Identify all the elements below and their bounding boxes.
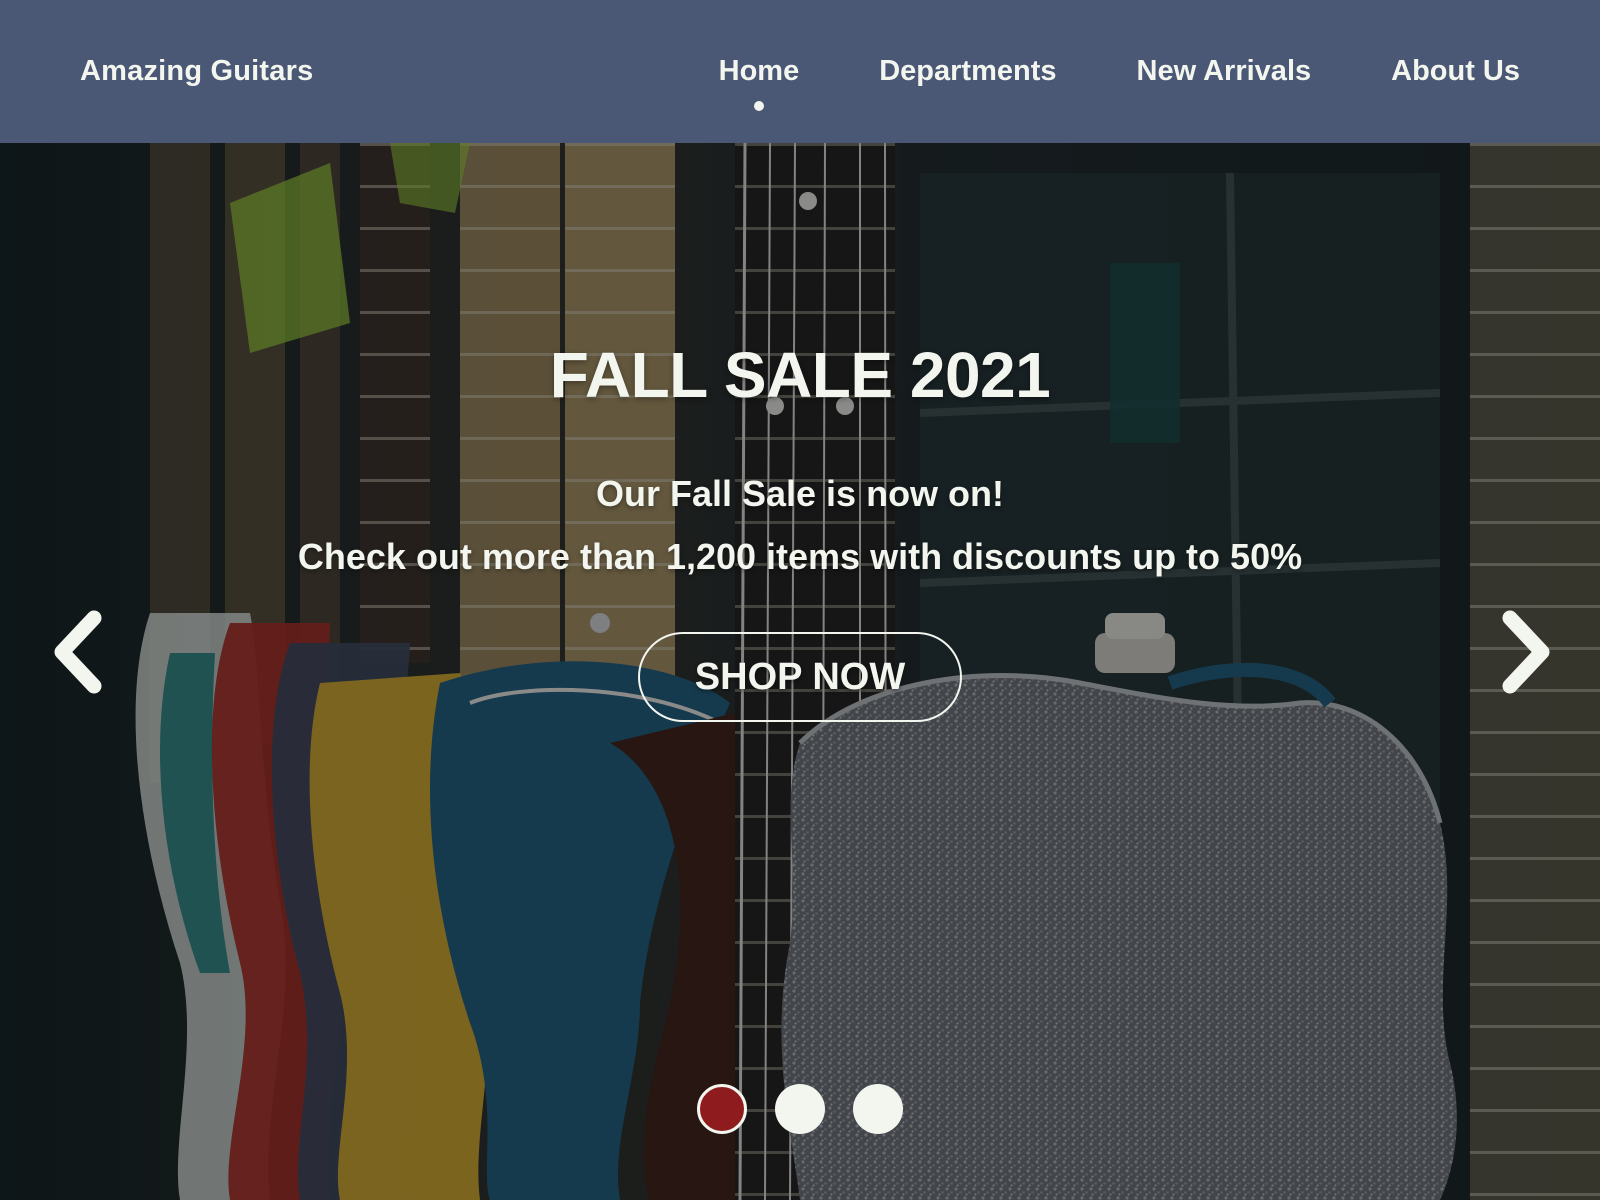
active-indicator-dot <box>753 101 764 111</box>
hero-subtitle-line-1: Our Fall Sale is now on! <box>595 473 1005 514</box>
carousel-indicators <box>0 1084 1600 1134</box>
chevron-left-icon <box>54 610 102 694</box>
shop-now-label: SHOP NOW <box>694 655 906 698</box>
carousel-dot-3[interactable] <box>853 1084 903 1134</box>
shop-now-button[interactable]: SHOP NOW <box>638 632 962 722</box>
nav-item-label: About Us <box>1391 55 1520 87</box>
nav-item-new-arrivals[interactable]: New Arrivals <box>1137 55 1312 88</box>
nav-item-label: New Arrivals <box>1136 55 1312 87</box>
chevron-right-icon <box>1502 610 1550 694</box>
carousel-next-button[interactable] <box>1494 610 1554 694</box>
hero-subtitle-line-2: Check out more than 1,200 items with dis… <box>297 536 1303 577</box>
nav-item-about-us[interactable]: About Us <box>1391 55 1520 88</box>
site-header: Amazing Guitars Home Departments New Arr… <box>0 0 1600 143</box>
brand-logo-text[interactable]: Amazing Guitars <box>80 55 313 88</box>
nav-item-label: Departments <box>879 55 1057 87</box>
hero-title: FALL SALE 2021 <box>549 339 1051 411</box>
nav-item-label: Home <box>718 55 800 87</box>
carousel-dot-2[interactable] <box>775 1084 825 1134</box>
carousel-prev-button[interactable] <box>50 610 110 694</box>
carousel-dot-1[interactable] <box>697 1084 747 1134</box>
main-nav: Home Departments New Arrivals About Us <box>718 55 1520 111</box>
hero-carousel: FALL SALE 2021 Our Fall Sale is now on! … <box>0 143 1600 1200</box>
nav-item-departments[interactable]: Departments <box>879 55 1056 88</box>
nav-item-home[interactable]: Home <box>718 55 800 111</box>
